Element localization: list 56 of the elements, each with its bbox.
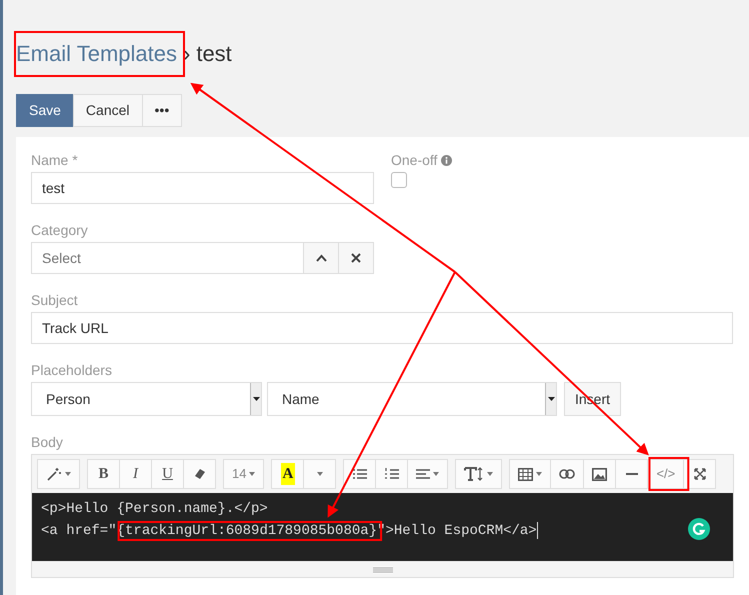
table-icon [518,468,534,480]
field-label: Body [31,433,64,451]
field-label: Subject [31,291,79,309]
field-label: Category [31,221,89,239]
entity-select[interactable]: Person [31,382,262,416]
underline-button[interactable]: U [151,459,184,489]
bold-button[interactable]: B [87,459,120,489]
magic-wand-button[interactable] [37,459,80,489]
eraser-icon [194,468,206,480]
image-icon [592,468,608,480]
caret-icon [252,397,260,401]
expand-button[interactable] [304,242,339,274]
clear-button[interactable] [339,242,374,274]
cancel-button[interactable]: Cancel [72,94,143,127]
subject-field[interactable]: Track URL [31,312,733,344]
fullscreen-icon [694,468,706,480]
text-height-button[interactable] [455,459,502,489]
more-button[interactable]: ••• [142,94,182,127]
fullscreen-button[interactable] [683,459,716,489]
name-field[interactable]: test [31,172,374,204]
bullet-list-icon [352,468,367,480]
link-icon [559,469,576,479]
field-select[interactable]: Name [267,382,557,416]
field-label: One-off [391,151,438,169]
bullet-list-button[interactable] [343,459,376,489]
color-dropdown-button[interactable] [303,459,336,489]
info-icon [441,154,452,166]
horizontal-rule-icon [626,472,638,476]
field-label: Placeholders [31,361,113,379]
align-icon [416,468,430,480]
category-field[interactable]: Select [31,242,304,274]
field-label: Name * [31,151,79,169]
resize-handle-icon[interactable] [372,566,392,572]
italic-button[interactable]: I [119,459,152,489]
align-button[interactable] [407,459,448,489]
save-button[interactable]: Save [16,94,74,127]
page-title: test [196,40,232,68]
close-icon [351,253,361,263]
code-line: <p>Hello {Person.name}.</p> [41,500,268,519]
horizontal-rule-button[interactable] [615,459,648,489]
link-button[interactable] [550,459,584,489]
text-color-button[interactable]: A [271,459,304,489]
breadcrumb-link[interactable]: Email Templates [16,38,177,70]
assistant-icon [688,518,710,540]
magic-wand-icon [46,467,62,481]
text-height-icon [464,467,484,481]
numbered-list-icon [384,468,399,480]
chevron-up-icon [316,254,326,262]
numbered-list-button[interactable] [375,459,408,489]
caret-icon [316,472,323,476]
eraser-button[interactable] [183,459,216,489]
checkbox[interactable] [391,172,407,188]
caret-icon [548,397,554,401]
highlight-frame [648,457,690,491]
image-button[interactable] [583,459,616,489]
table-button[interactable] [509,459,552,489]
